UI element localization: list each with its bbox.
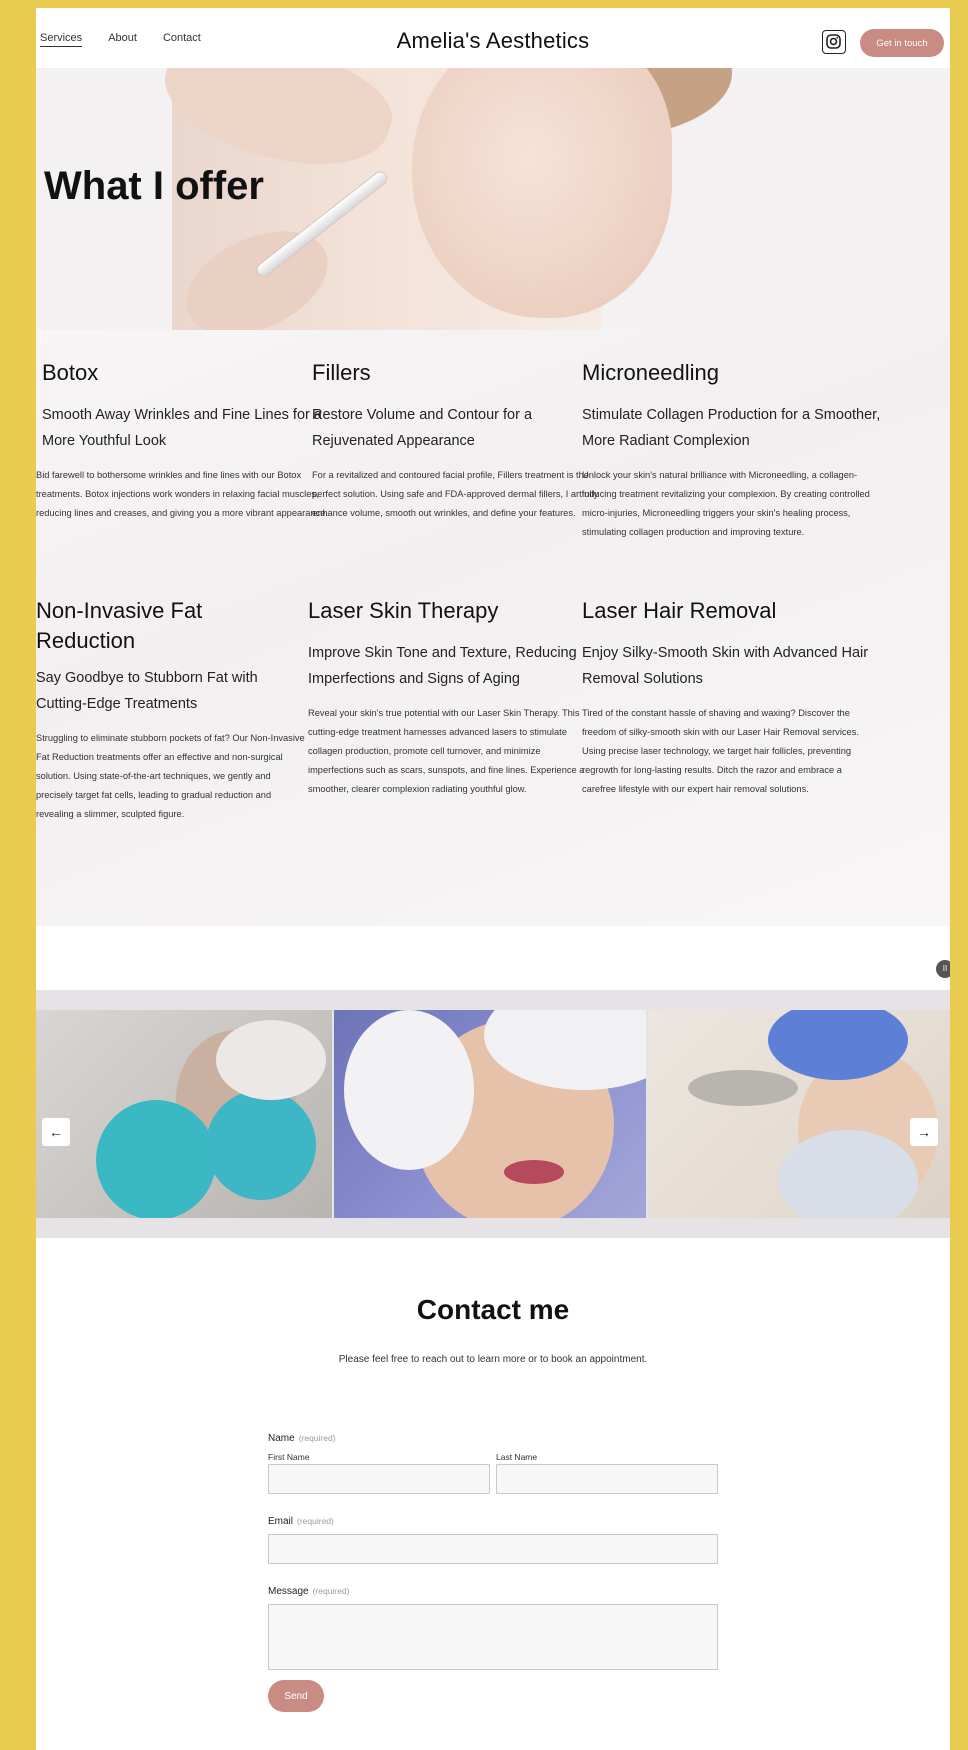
pause-button[interactable]: II <box>936 960 950 978</box>
gallery-image-3 <box>648 1010 950 1218</box>
service-card-laser-skin: Laser Skin Therapy Improve Skin Tone and… <box>308 596 598 799</box>
carousel-next-button[interactable]: → <box>910 1118 938 1146</box>
service-subtitle: Restore Volume and Contour for a Rejuven… <box>312 406 533 449</box>
last-name-label: Last Name <box>496 1452 538 1462</box>
main-nav: Services About Contact <box>40 32 201 47</box>
service-subtitle: Improve Skin Tone and Texture, Reducing … <box>308 644 577 687</box>
site-header: Services About Contact Amelia's Aestheti… <box>36 8 950 68</box>
gallery-image-2 <box>334 1010 646 1218</box>
service-description: Unlock your skin's natural brilliance wi… <box>582 469 870 537</box>
gallery-carousel <box>36 990 950 1238</box>
last-name-field[interactable] <box>496 1464 718 1494</box>
service-subtitle: Enjoy Silky-Smooth Skin with Advanced Ha… <box>582 644 869 687</box>
services-section: Botox Smooth Away Wrinkles and Fine Line… <box>36 330 950 926</box>
service-title: Non-Invasive Fat Reduction <box>36 598 203 653</box>
nav-contact[interactable]: Contact <box>163 32 201 47</box>
service-title: Laser Hair Removal <box>582 598 777 623</box>
service-description: Reveal your skin's true potential with o… <box>308 707 585 794</box>
service-description: Struggling to eliminate stubborn pockets… <box>36 733 305 820</box>
service-title: Botox <box>42 360 99 385</box>
page: Services About Contact Amelia's Aestheti… <box>36 8 950 1750</box>
service-title: Microneedling <box>582 360 719 385</box>
hero-section: What I offer <box>36 68 950 330</box>
service-subtitle: Smooth Away Wrinkles and Fine Lines for … <box>42 406 322 449</box>
service-description: For a revitalized and contoured facial p… <box>312 469 599 518</box>
contact-title: Contact me <box>416 1294 570 1325</box>
email-label: Email (required) <box>268 1516 334 1527</box>
instagram-icon[interactable] <box>822 30 846 54</box>
email-field[interactable] <box>268 1534 718 1564</box>
service-title: Laser Skin Therapy <box>308 598 499 623</box>
service-card-botox: Botox Smooth Away Wrinkles and Fine Line… <box>36 358 332 523</box>
contact-subtitle: Please feel free to reach out to learn m… <box>338 1354 648 1365</box>
message-field[interactable] <box>268 1604 718 1670</box>
service-card-laser-hair: Laser Hair Removal Enjoy Silky-Smooth Sk… <box>582 596 872 799</box>
service-card-fillers: Fillers Restore Volume and Contour for a… <box>312 358 602 523</box>
message-label: Message (required) <box>268 1586 350 1597</box>
service-card-fat-reduction: Non-Invasive Fat Reduction Say Goodbye t… <box>36 596 306 824</box>
gallery-image-1 <box>36 1010 332 1218</box>
service-subtitle: Say Goodbye to Stubborn Fat with Cutting… <box>36 670 258 713</box>
first-name-label: First Name <box>268 1452 310 1462</box>
service-subtitle: Stimulate Collagen Production for a Smoo… <box>582 406 881 449</box>
first-name-field[interactable] <box>268 1464 490 1494</box>
carousel-prev-button[interactable]: ← <box>42 1118 70 1146</box>
get-in-touch-button[interactable]: Get in touch <box>860 29 944 57</box>
send-button[interactable]: Send <box>268 1680 324 1712</box>
nav-about[interactable]: About <box>108 32 137 47</box>
service-description: Bid farewell to bothersome wrinkles and … <box>36 469 328 518</box>
nav-services[interactable]: Services <box>40 32 83 47</box>
service-description: Tired of the constant hassle of shaving … <box>582 707 859 794</box>
service-title: Fillers <box>312 360 371 385</box>
page-title: What I offer <box>44 164 264 208</box>
name-label: Name (required) <box>268 1433 336 1444</box>
service-card-microneedling: Microneedling Stimulate Collagen Product… <box>582 358 882 542</box>
